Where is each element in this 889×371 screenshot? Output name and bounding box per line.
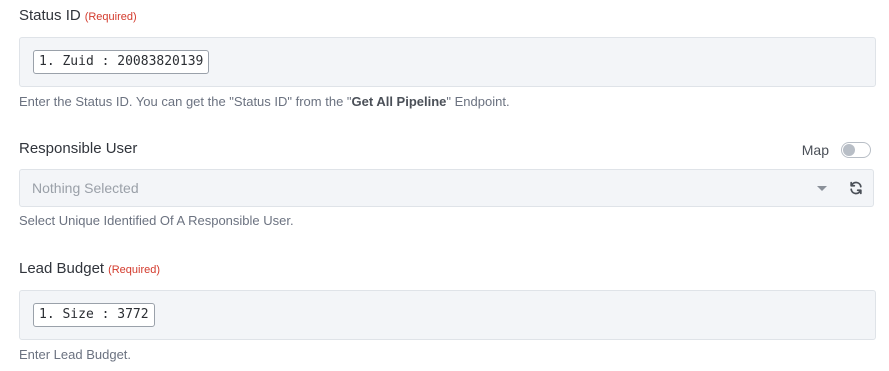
status-id-field: Status ID (Required) 1. Zuid : 200838201… [19, 7, 876, 109]
refresh-icon [850, 181, 862, 195]
refresh-button[interactable] [839, 169, 874, 207]
status-id-required-marker: (Required) [84, 11, 137, 23]
map-toggle-group: Map [802, 140, 871, 160]
responsible-user-field: Responsible User Map Nothing Selected Se… [19, 140, 876, 228]
status-id-help-text: Enter the Status ID. You can get the "St… [19, 94, 510, 109]
lead-budget-help-text: Enter Lead Budget. [19, 347, 132, 362]
map-toggle-knob [843, 144, 855, 156]
map-label: Map [801, 142, 829, 158]
lead-budget-label: Lead Budget [19, 260, 105, 277]
responsible-user-select[interactable]: Nothing Selected [19, 169, 840, 207]
lead-budget-label-row: Lead Budget (Required) [19, 260, 876, 282]
status-id-help-prefix: Enter the Status ID. You can get the "St… [19, 94, 352, 109]
responsible-user-help-text: Select Unique Identified Of A Responsibl… [19, 213, 294, 228]
status-id-help-suffix: " Endpoint. [446, 94, 510, 109]
map-toggle[interactable] [841, 142, 871, 158]
responsible-user-label-row: Responsible User [19, 140, 876, 162]
responsible-user-label: Responsible User [19, 140, 138, 157]
status-id-input[interactable]: 1. Zuid : 20083820139 [19, 37, 876, 87]
lead-budget-value-chip[interactable]: 1. Size : 3772 [33, 303, 155, 327]
lead-budget-required-marker: (Required) [108, 264, 161, 276]
chevron-down-icon [817, 186, 827, 191]
status-id-value-chip[interactable]: 1. Zuid : 20083820139 [33, 50, 210, 74]
responsible-user-selected-value: Nothing Selected [32, 180, 139, 196]
status-id-label: Status ID [19, 7, 81, 24]
lead-budget-input[interactable]: 1. Size : 3772 [19, 290, 876, 340]
lead-budget-field: Lead Budget (Required) 1. Size : 3772 En… [19, 260, 876, 362]
status-id-help-endpoint: Get All Pipeline [351, 94, 447, 109]
status-id-label-row: Status ID (Required) [19, 7, 876, 29]
